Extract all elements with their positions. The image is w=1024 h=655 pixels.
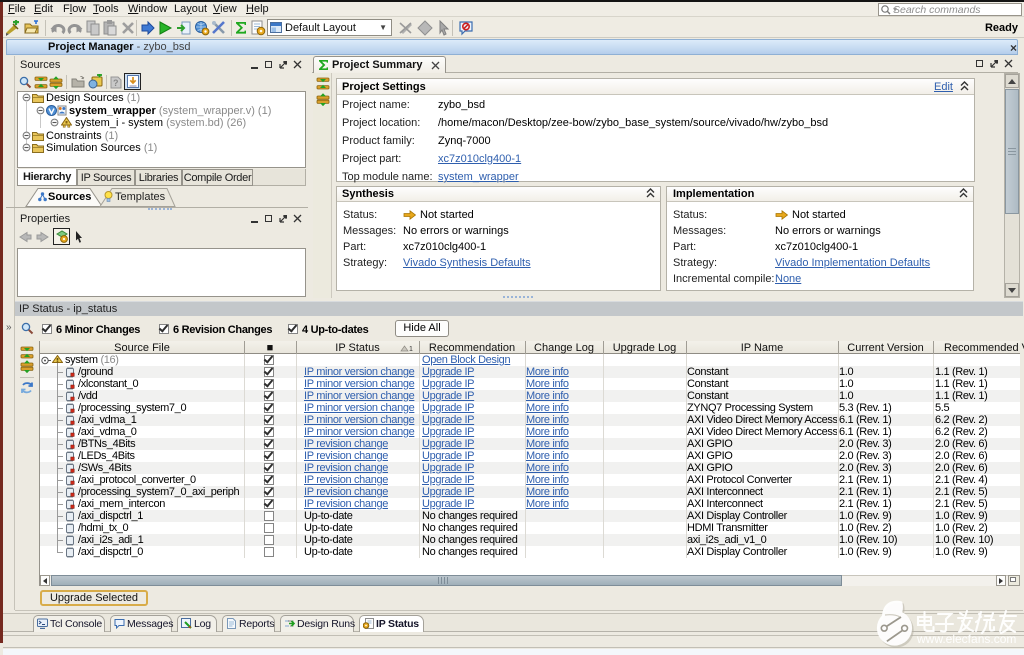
svg-text:?: ? (113, 78, 119, 88)
svg-text:1: 1 (409, 346, 413, 353)
svg-text:www.elecfans.com: www.elecfans.com (916, 632, 1016, 646)
